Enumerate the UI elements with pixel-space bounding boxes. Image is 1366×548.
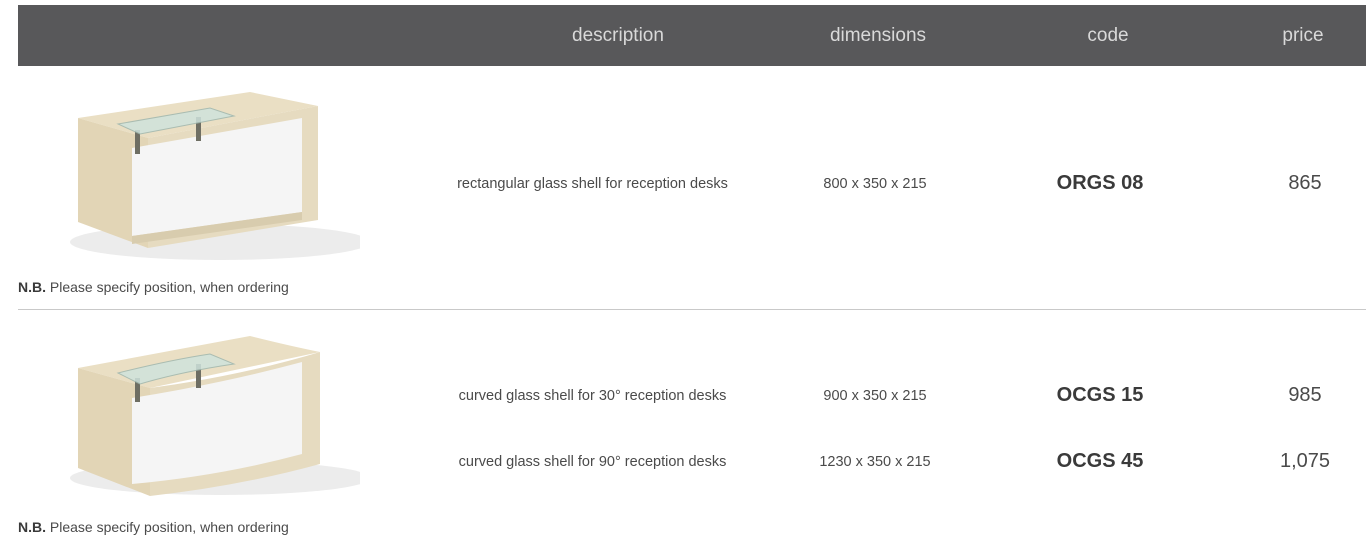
header-description: description xyxy=(572,25,664,46)
header-code: code xyxy=(1087,25,1129,46)
note-text-2: Please specify position, when ordering xyxy=(49,519,289,535)
product-image-curved-desk xyxy=(20,318,360,508)
row-description: curved glass shell for 30° reception des… xyxy=(458,388,727,404)
note-text-1: Please specify position, when ordering xyxy=(49,279,289,295)
header-dimensions: dimensions xyxy=(829,25,927,46)
table-header: description dimensions code price xyxy=(18,5,1366,66)
group-divider xyxy=(18,309,1366,310)
order-note-2: N.B. Please specify position, when order… xyxy=(18,519,289,535)
row-price: 1,075 xyxy=(1279,450,1331,472)
row-description: curved glass shell for 90° reception des… xyxy=(458,454,727,470)
row-price: 865 xyxy=(1288,172,1322,194)
note-bold-1: N.B. xyxy=(18,279,46,295)
row-code: ORGS 08 xyxy=(1056,172,1144,194)
header-price: price xyxy=(1282,25,1324,46)
order-note-1: N.B. Please specify position, when order… xyxy=(18,279,289,295)
row-dimensions: 900 x 350 x 215 xyxy=(823,388,927,404)
row-dimensions: 800 x 350 x 215 xyxy=(823,176,927,192)
product-image-rectangular-desk xyxy=(20,72,360,272)
row-description: rectangular glass shell for reception de… xyxy=(457,176,728,192)
row-price: 985 xyxy=(1288,384,1322,406)
row-dimensions: 1230 x 350 x 215 xyxy=(819,454,931,470)
row-code: OCGS 15 xyxy=(1056,384,1144,406)
row-code: OCGS 45 xyxy=(1056,450,1144,472)
note-bold-2: N.B. xyxy=(18,519,46,535)
